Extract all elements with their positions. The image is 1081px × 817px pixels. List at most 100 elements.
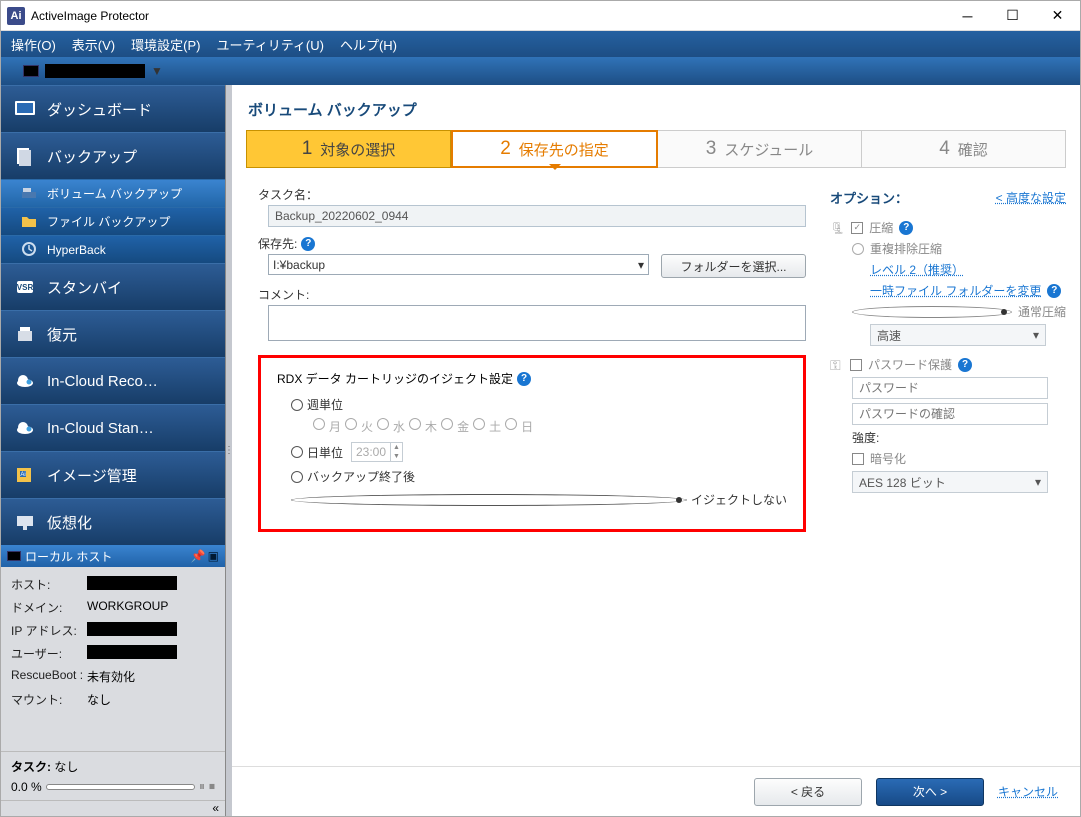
radio-after-backup[interactable]: バックアップ終了後 bbox=[277, 465, 787, 488]
spin-up-icon[interactable]: ▲ bbox=[391, 443, 402, 452]
nav-backup[interactable]: バックアップ bbox=[1, 132, 225, 179]
help-icon[interactable]: ? bbox=[301, 237, 315, 251]
pwd-protect-label: パスワード保護 bbox=[868, 356, 952, 373]
task-name-label: タスク名： bbox=[258, 186, 806, 203]
help-icon[interactable]: ? bbox=[899, 221, 913, 235]
stage-3[interactable]: 3スケジュール bbox=[658, 130, 862, 168]
help-icon[interactable]: ? bbox=[958, 358, 972, 372]
dest-label: 保存先: bbox=[258, 235, 297, 252]
nav-restore[interactable]: 復元 bbox=[1, 310, 225, 357]
nav-hyperback[interactable]: HyperBack bbox=[1, 235, 225, 263]
restore-icon bbox=[13, 323, 37, 345]
menu-operation[interactable]: 操作(O) bbox=[11, 35, 56, 54]
app-logo-icon: Ai bbox=[7, 7, 25, 25]
option-header: オプション： bbox=[830, 188, 908, 207]
local-host-header: ローカル ホスト 📌 ▣ bbox=[1, 545, 225, 567]
nav-incloud-reco-label: In-Cloud Reco… bbox=[47, 373, 158, 390]
radio-weekly[interactable]: 週単位 bbox=[277, 393, 787, 416]
rdx-title: RDX データ カートリッジのイジェクト設定 bbox=[277, 370, 513, 387]
next-button[interactable]: 次へ > bbox=[876, 778, 984, 806]
daily-time-input[interactable]: ▲▼ bbox=[351, 442, 403, 462]
user-label: ユーザー: bbox=[11, 645, 87, 662]
local-host-label: ローカル ホスト bbox=[25, 548, 112, 565]
comment-input[interactable] bbox=[268, 305, 806, 341]
menu-utility[interactable]: ユーティリティ(U) bbox=[216, 35, 324, 54]
stage-1[interactable]: 1対象の選択 bbox=[246, 130, 451, 168]
speed-select[interactable]: 高速 bbox=[870, 324, 1046, 346]
menu-view[interactable]: 表示(V) bbox=[72, 35, 115, 54]
rdx-eject-settings: RDX データ カートリッジのイジェクト設定 ? 週単位 月 火 水 木 金 土… bbox=[258, 355, 806, 532]
nav-virtual-label: 仮想化 bbox=[47, 512, 92, 533]
cloud-reco-icon bbox=[13, 370, 37, 392]
spin-down-icon[interactable]: ▼ bbox=[391, 452, 402, 461]
sidebar-collapse[interactable]: « bbox=[1, 800, 225, 816]
strength-label: 強度: bbox=[852, 429, 879, 446]
key-icon bbox=[830, 358, 844, 372]
domain-value: WORKGROUP bbox=[87, 599, 168, 616]
help-icon[interactable]: ? bbox=[1047, 284, 1061, 298]
dashboard-icon bbox=[13, 98, 37, 120]
host-info-panel: ホスト: ドメイン:WORKGROUP IP アドレス: ユーザー: Rescu… bbox=[1, 567, 225, 751]
nav-virtual[interactable]: 仮想化 bbox=[1, 498, 225, 545]
svg-text:Ai: Ai bbox=[20, 472, 25, 478]
aes-select[interactable]: AES 128 ビット bbox=[852, 471, 1048, 493]
menu-env[interactable]: 環境設定(P) bbox=[131, 35, 200, 54]
collapse-icon[interactable]: ▣ bbox=[208, 549, 219, 563]
cancel-link[interactable]: キャンセル bbox=[998, 783, 1058, 800]
advanced-settings-link[interactable]: < 高度な設定 bbox=[996, 189, 1066, 206]
rescue-label: RescueBoot : bbox=[11, 668, 87, 685]
compress-label: 圧縮 bbox=[869, 219, 893, 236]
nav-incloud-stan[interactable]: In-Cloud Stan… bbox=[1, 404, 225, 451]
nav-dashboard-label: ダッシュボード bbox=[47, 99, 152, 120]
stage-2[interactable]: 2保存先の指定 bbox=[451, 130, 658, 168]
titlebar: Ai ActiveImage Protector ─ ☐ ✕ bbox=[1, 1, 1080, 31]
nav-file-backup[interactable]: ファイル バックアップ bbox=[1, 207, 225, 235]
weekly-days: 月 火 水 木 金 土 日 bbox=[277, 416, 787, 439]
domain-label: ドメイン: bbox=[11, 599, 87, 616]
task-value: なし bbox=[54, 760, 78, 774]
nav-dashboard[interactable]: ダッシュボード bbox=[1, 85, 225, 132]
monitor-icon bbox=[23, 65, 39, 77]
task-stop-icon[interactable]: ⏹ bbox=[209, 779, 215, 794]
password-confirm-input[interactable] bbox=[852, 403, 1048, 425]
archive-icon: 🗜 bbox=[830, 221, 845, 235]
nav-standby[interactable]: VSR スタンバイ bbox=[1, 263, 225, 310]
image-mgmt-icon: Ai bbox=[13, 464, 37, 486]
radio-dedupe[interactable]: 重複排除圧縮 bbox=[830, 238, 1066, 259]
stage-4[interactable]: 4確認 bbox=[862, 130, 1066, 168]
temp-folder-link[interactable]: 一時ファイル フォルダーを変更 bbox=[870, 282, 1041, 299]
svg-text:VSR: VSR bbox=[17, 283, 34, 292]
nav-volume-backup[interactable]: ボリューム バックアップ bbox=[1, 179, 225, 207]
wizard-steps: 1対象の選択 2保存先の指定 3スケジュール 4確認 bbox=[246, 130, 1066, 168]
task-pause-icon[interactable]: ⏸ bbox=[199, 779, 205, 794]
radio-no-eject[interactable]: イジェクトしない bbox=[277, 488, 787, 511]
back-button[interactable]: < 戻る bbox=[754, 778, 862, 806]
dest-select[interactable]: I:¥backup bbox=[268, 254, 649, 275]
minimize-button[interactable]: ─ bbox=[945, 2, 990, 30]
nav-incloud-reco[interactable]: In-Cloud Reco… bbox=[1, 357, 225, 404]
password-input[interactable] bbox=[852, 377, 1048, 399]
standby-icon: VSR bbox=[13, 276, 37, 298]
comment-label: コメント: bbox=[258, 286, 806, 303]
nav-volume-backup-label: ボリューム バックアップ bbox=[47, 185, 182, 202]
server-bar[interactable]: ▼ bbox=[1, 57, 1080, 85]
pin-icon[interactable]: 📌 bbox=[191, 549, 206, 563]
help-icon[interactable]: ? bbox=[517, 372, 531, 386]
close-button[interactable]: ✕ bbox=[1035, 2, 1080, 30]
window-title: ActiveImage Protector bbox=[31, 9, 945, 23]
encrypt-checkbox[interactable] bbox=[852, 453, 864, 465]
browse-folder-button[interactable]: フォルダーを選択... bbox=[661, 254, 806, 278]
radio-normal-compress[interactable]: 通常圧縮 bbox=[830, 301, 1066, 322]
volume-backup-icon bbox=[21, 186, 39, 202]
backup-icon bbox=[13, 145, 37, 167]
menu-help[interactable]: ヘルプ(H) bbox=[340, 35, 397, 54]
maximize-button[interactable]: ☐ bbox=[990, 2, 1035, 30]
page-title: ボリューム バックアップ bbox=[232, 85, 1080, 130]
nav-image-mgmt[interactable]: Ai イメージ管理 bbox=[1, 451, 225, 498]
pwd-protect-checkbox[interactable] bbox=[850, 359, 862, 371]
radio-daily[interactable]: 日単位 ▲▼ bbox=[277, 439, 787, 465]
level2-link[interactable]: レベル 2（推奨） bbox=[870, 261, 964, 278]
ip-value-redacted bbox=[87, 622, 177, 636]
nav-standby-label: スタンバイ bbox=[47, 277, 122, 298]
task-name-input[interactable] bbox=[268, 205, 806, 227]
